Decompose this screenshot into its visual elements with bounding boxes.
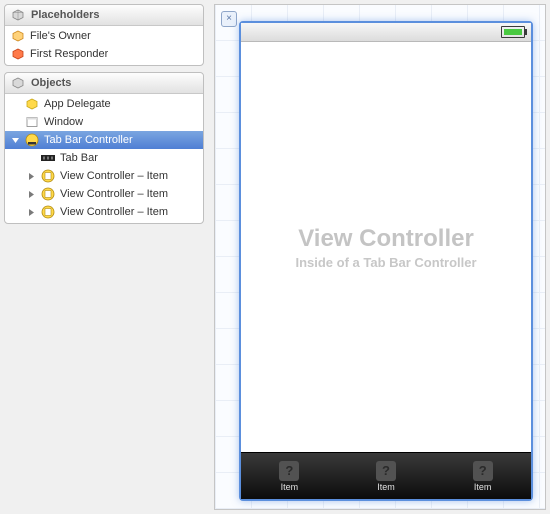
object-view-controller-item[interactable]: View Controller – Item: [5, 167, 203, 185]
view-controller-content: View Controller Inside of a Tab Bar Cont…: [241, 42, 531, 452]
objects-header[interactable]: Objects: [5, 73, 203, 94]
tab-bar: ? Item ? Item ? Item: [241, 452, 531, 499]
tab-label: Item: [281, 482, 299, 492]
question-icon: ?: [376, 461, 396, 481]
battery-icon: [501, 26, 525, 38]
objects-body: App Delegate Window Tab Bar Controller: [5, 94, 203, 223]
status-bar: [241, 23, 531, 42]
cube-icon: [11, 8, 25, 22]
row-label: Tab Bar: [60, 152, 98, 164]
interface-builder-canvas[interactable]: × View Controller Inside of a Tab Bar Co…: [214, 4, 546, 510]
row-label: View Controller – Item: [60, 188, 168, 200]
disclosure-right-icon[interactable]: [27, 190, 36, 199]
row-label: Window: [44, 116, 83, 128]
placeholder-title: View Controller: [298, 225, 474, 253]
objects-section: Objects App Delegate Window: [4, 72, 204, 224]
object-window[interactable]: Window: [5, 113, 203, 131]
placeholders-body: File's Owner First Responder: [5, 26, 203, 65]
tab-bar-item[interactable]: ? Item: [241, 453, 338, 499]
view-controller-icon: [41, 205, 55, 219]
object-tab-bar-controller[interactable]: Tab Bar Controller: [5, 131, 203, 149]
tab-bar-icon: [41, 151, 55, 165]
view-controller-icon: [41, 169, 55, 183]
placeholders-section: Placeholders File's Owner First Responde…: [4, 4, 204, 66]
object-tab-bar[interactable]: Tab Bar: [5, 149, 203, 167]
document-outline: Placeholders File's Owner First Responde…: [4, 4, 204, 230]
placeholder-files-owner[interactable]: File's Owner: [5, 27, 203, 45]
placeholders-header[interactable]: Placeholders: [5, 5, 203, 26]
row-label: App Delegate: [44, 98, 111, 110]
disclosure-right-icon[interactable]: [27, 208, 36, 217]
cube-red-icon: [11, 47, 25, 61]
tab-bar-item[interactable]: ? Item: [338, 453, 435, 499]
spacer: [11, 118, 20, 127]
object-app-delegate[interactable]: App Delegate: [5, 95, 203, 113]
tab-bar-controller-icon: [25, 133, 39, 147]
object-view-controller-item[interactable]: View Controller – Item: [5, 203, 203, 221]
row-label: Tab Bar Controller: [44, 134, 133, 146]
question-icon: ?: [279, 461, 299, 481]
view-controller-icon: [41, 187, 55, 201]
row-label: First Responder: [30, 48, 108, 60]
tab-label: Item: [377, 482, 395, 492]
close-button[interactable]: ×: [221, 11, 237, 27]
section-title: Objects: [31, 77, 71, 89]
device-frame[interactable]: View Controller Inside of a Tab Bar Cont…: [239, 21, 533, 501]
placeholder-subtitle: Inside of a Tab Bar Controller: [295, 255, 476, 270]
question-icon: ?: [473, 461, 493, 481]
tab-bar-item[interactable]: ? Item: [434, 453, 531, 499]
disclosure-right-icon[interactable]: [27, 172, 36, 181]
row-label: View Controller – Item: [60, 170, 168, 182]
placeholder-first-responder[interactable]: First Responder: [5, 45, 203, 63]
section-title: Placeholders: [31, 9, 99, 21]
spacer: [11, 100, 20, 109]
tab-label: Item: [474, 482, 492, 492]
disclosure-down-icon[interactable]: [11, 136, 20, 145]
row-label: View Controller – Item: [60, 206, 168, 218]
row-label: File's Owner: [30, 30, 91, 42]
cube-orange-icon: [11, 29, 25, 43]
window-icon: [25, 115, 39, 129]
spacer: [27, 154, 36, 163]
object-view-controller-item[interactable]: View Controller – Item: [5, 185, 203, 203]
cube-icon: [11, 76, 25, 90]
cube-yellow-icon: [25, 97, 39, 111]
